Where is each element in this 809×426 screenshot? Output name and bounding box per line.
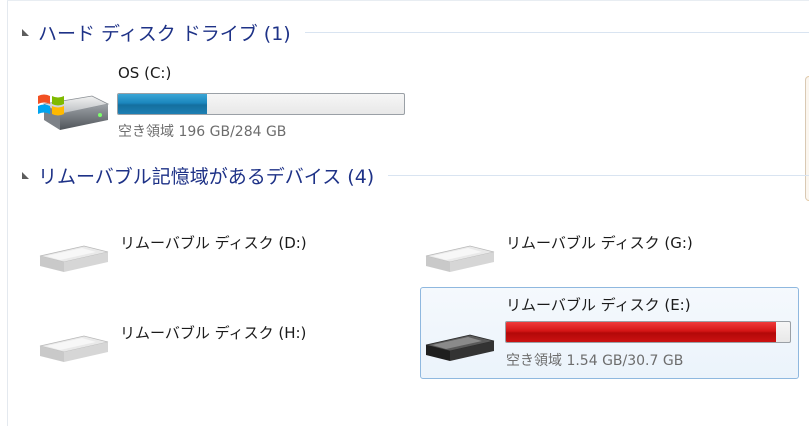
drive-name: リムーバブル ディスク (H:): [120, 324, 307, 342]
drive-name: リムーバブル ディスク (E:): [506, 296, 691, 314]
drive-usage-bar: [505, 321, 791, 343]
collapse-triangle-icon[interactable]: [22, 171, 29, 179]
collapse-triangle-icon[interactable]: [22, 28, 29, 36]
removable-drive-icon: [39, 245, 109, 272]
drive-usage-fill: [506, 322, 776, 342]
removable-drive-dark-icon: [425, 334, 495, 361]
drive-item-c[interactable]: OS (C:) 空き領域 196 GB/284 GB: [36, 62, 416, 142]
group-divider: [388, 174, 809, 176]
group-header-removable[interactable]: リムーバブル記憶域があるデバイス (4): [22, 161, 809, 189]
pane-top-border: [7, 0, 809, 1]
drive-item-d[interactable]: リムーバブル ディスク (D:): [36, 226, 386, 276]
drive-free-space: 空き領域 1.54 GB/30.7 GB: [506, 353, 684, 369]
group-divider: [304, 31, 809, 33]
removable-drive-icon: [39, 335, 109, 362]
removable-drive-icon: [425, 245, 495, 272]
drive-usage-bar: [117, 93, 405, 115]
pane-left-border: [7, 0, 8, 426]
group-title: ハード ディスク ドライブ (1): [38, 22, 291, 45]
drive-free-space: 空き領域 196 GB/284 GB: [118, 124, 287, 140]
windows-hard-drive-icon: [38, 94, 110, 130]
drive-name: リムーバブル ディスク (G:): [506, 234, 693, 252]
drive-name: リムーバブル ディスク (D:): [120, 234, 307, 252]
drive-name: OS (C:): [118, 64, 172, 82]
drive-item-h[interactable]: リムーバブル ディスク (H:): [36, 316, 386, 366]
group-header-hard-disk[interactable]: ハード ディスク ドライブ (1): [22, 18, 809, 46]
drive-item-g[interactable]: リムーバブル ディスク (G:): [422, 226, 772, 276]
drive-item-e[interactable]: リムーバブル ディスク (E:) 空き領域 1.54 GB/30.7 GB: [420, 287, 799, 379]
group-title: リムーバブル記憶域があるデバイス (4): [38, 165, 375, 188]
drive-usage-fill: [118, 94, 207, 114]
